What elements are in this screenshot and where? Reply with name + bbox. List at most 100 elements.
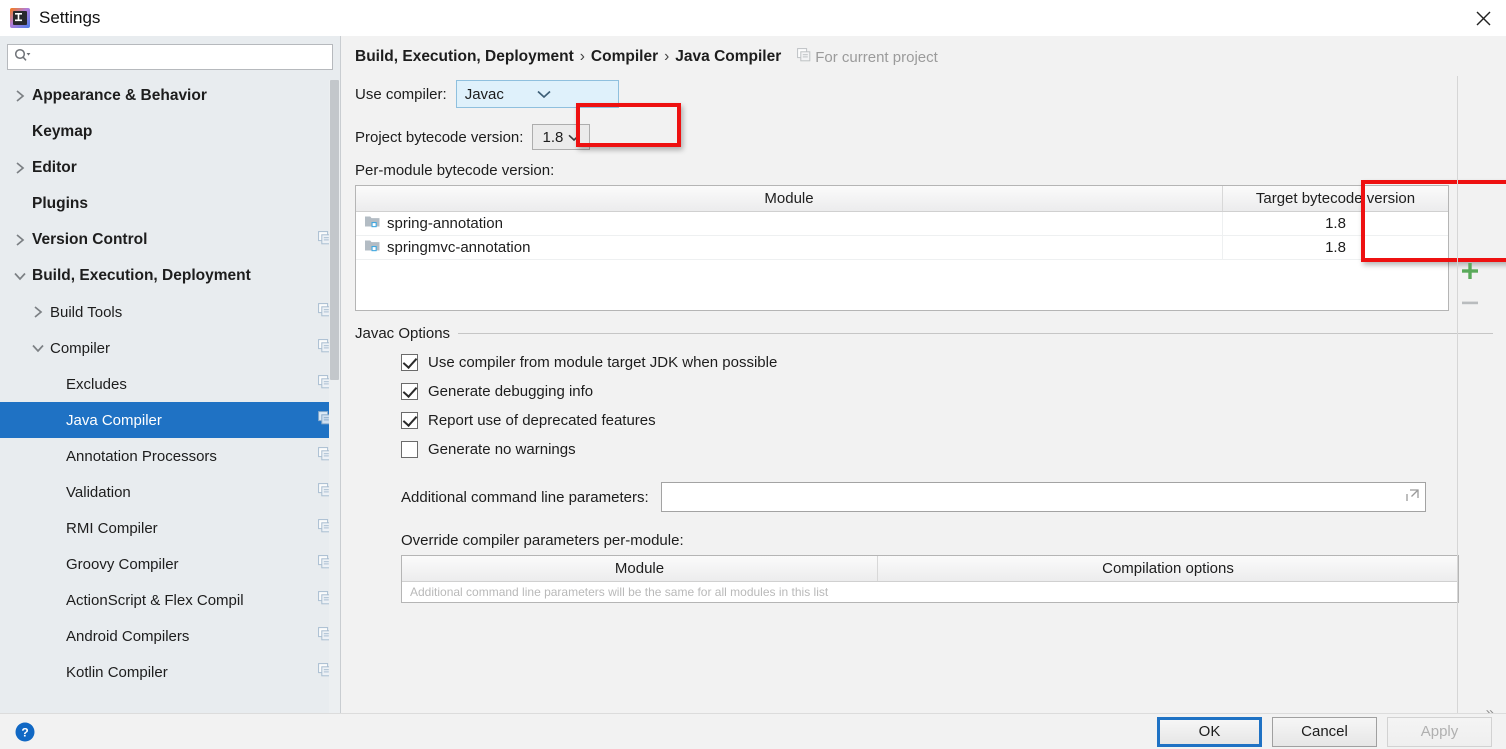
target-bytecode-cell[interactable]: 1.8 (1223, 212, 1448, 235)
close-icon[interactable] (1460, 0, 1506, 36)
sidebar-item-compiler[interactable]: Compiler (0, 330, 340, 366)
column-header-module[interactable]: Module (356, 186, 1223, 211)
override-column-header-module[interactable]: Module (402, 556, 878, 581)
project-bytecode-label: Project bytecode version: (355, 128, 524, 146)
sidebar-item-rmi-compiler[interactable]: RMI Compiler (0, 510, 340, 546)
search-box[interactable] (7, 44, 333, 70)
target-bytecode-value: 1.8 (1325, 239, 1346, 256)
module-name-cell: spring-annotation (356, 212, 1223, 235)
override-table-header: Module Compilation options (402, 556, 1458, 582)
module-name-label: spring-annotation (387, 215, 503, 232)
sidebar-item-plugins[interactable]: Plugins (0, 186, 340, 222)
project-bytecode-value: 1.8 (542, 128, 564, 146)
breadcrumb-part-3: Java Compiler (675, 48, 782, 65)
project-bytecode-select[interactable]: 1.8 (532, 124, 591, 150)
chevron-down-icon (568, 129, 580, 146)
sidebar-item-actionscript-flex-compil[interactable]: ActionScript & Flex Compil (0, 582, 340, 618)
sidebar-item-label: Compiler (50, 339, 111, 357)
chevron-down-icon[interactable] (26, 343, 50, 354)
window-title: Settings (39, 8, 101, 27)
dialog-footer: ? OK Cancel Apply (0, 713, 1506, 749)
breadcrumb-part-1[interactable]: Build, Execution, Deployment (355, 48, 574, 66)
sidebar-item-label: Version Control (32, 231, 148, 248)
settings-content: Build, Execution, Deployment › Compiler … (341, 36, 1506, 713)
apply-button[interactable]: Apply (1387, 716, 1492, 747)
chevron-right-icon[interactable] (26, 306, 50, 318)
table-row[interactable]: springmvc-annotation 1.8 (356, 236, 1448, 260)
sidebar-item-appearance-behavior[interactable]: Appearance & Behavior (0, 78, 340, 114)
sidebar-item-version-control[interactable]: Version Control (0, 222, 340, 258)
module-folder-icon (364, 238, 381, 257)
chevron-double-right-icon[interactable]: » (1486, 704, 1494, 713)
module-name-label: springmvc-annotation (387, 239, 531, 256)
cancel-button[interactable]: Cancel (1272, 716, 1377, 747)
remove-module-button[interactable] (1457, 290, 1483, 316)
sidebar-item-label: Build, Execution, Deployment (32, 267, 251, 284)
add-module-button[interactable] (1457, 258, 1483, 284)
sidebar-item-label: Java Compiler (66, 411, 162, 429)
javac-options-title: Javac Options (355, 325, 451, 342)
sidebar-item-build-execution-deployment[interactable]: Build, Execution, Deployment (0, 258, 340, 294)
checkbox-row[interactable]: Generate no warnings (401, 441, 1493, 458)
chevron-down-icon[interactable] (8, 271, 32, 282)
search-icon (14, 48, 31, 67)
expand-field-icon[interactable] (1405, 488, 1419, 506)
table-header: Module Target bytecode version (356, 186, 1448, 212)
sidebar-item-kotlin-compiler[interactable]: Kotlin Compiler (0, 654, 340, 690)
sidebar-item-label: Android Compilers (66, 627, 190, 645)
sidebar-item-label: Keymap (32, 123, 93, 140)
per-module-bytecode-table: Module Target bytecode version spring-an… (355, 180, 1506, 311)
checkbox-row[interactable]: Generate debugging info (401, 383, 1493, 400)
breadcrumb-part-2[interactable]: Compiler (591, 48, 658, 66)
sidebar-item-build-tools[interactable]: Build Tools (0, 294, 340, 330)
module-name-cell: springmvc-annotation (356, 236, 1223, 259)
breadcrumb-separator: › (664, 48, 670, 65)
checkbox-row[interactable]: Use compiler from module target JDK when… (401, 354, 1493, 371)
chevron-right-icon[interactable] (8, 234, 32, 246)
use-compiler-select[interactable]: Javac (455, 80, 619, 108)
override-parameters-label: Override compiler parameters per-module: (401, 532, 684, 549)
sidebar-item-annotation-processors[interactable]: Annotation Processors (0, 438, 340, 474)
help-icon[interactable]: ? (14, 721, 36, 743)
search-container (0, 36, 340, 76)
ok-button[interactable]: OK (1157, 716, 1262, 747)
checkbox-checked-icon[interactable] (401, 412, 418, 429)
sidebar-item-label: Build Tools (50, 303, 123, 321)
chevron-right-icon[interactable] (8, 90, 32, 102)
sidebar-item-keymap[interactable]: Keymap (0, 114, 340, 150)
override-column-header-options[interactable]: Compilation options (878, 556, 1458, 581)
legend-divider (458, 333, 1493, 334)
scope-label: For current project (815, 48, 938, 66)
target-bytecode-cell[interactable]: 1.8 (1223, 236, 1448, 259)
sidebar-item-label: ActionScript & Flex Compil (66, 591, 244, 609)
sidebar-item-java-compiler[interactable]: Java Compiler (0, 402, 340, 438)
table-row[interactable]: spring-annotation 1.8 (356, 212, 1448, 236)
use-compiler-value: Javac (464, 85, 504, 103)
javac-checkbox-list: Use compiler from module target JDK when… (355, 354, 1493, 458)
checkbox-label: Use compiler from module target JDK when… (428, 354, 778, 371)
additional-parameters-row: Additional command line parameters: (401, 482, 1493, 512)
sidebar-item-android-compilers[interactable]: Android Compilers (0, 618, 340, 654)
override-parameters-table: Module Compilation options Additional co… (401, 555, 1459, 603)
column-header-target-bytecode[interactable]: Target bytecode version (1223, 186, 1448, 211)
chevron-right-icon[interactable] (8, 162, 32, 174)
sidebar-item-label: Appearance & Behavior (32, 87, 207, 104)
sidebar-scrollbar-thumb[interactable] (330, 80, 339, 380)
table-side-buttons (1453, 258, 1487, 316)
checkbox-unchecked-icon[interactable] (401, 441, 418, 458)
checkbox-checked-icon[interactable] (401, 383, 418, 400)
additional-parameters-input[interactable] (660, 482, 1426, 512)
checkbox-checked-icon[interactable] (401, 354, 418, 371)
sidebar-item-validation[interactable]: Validation (0, 474, 340, 510)
sidebar-item-excludes[interactable]: Excludes (0, 366, 340, 402)
content-right-divider (1457, 76, 1458, 713)
checkbox-row[interactable]: Report use of deprecated features (401, 412, 1493, 429)
override-table-hint: Additional command line parameters will … (410, 585, 829, 599)
checkbox-label: Report use of deprecated features (428, 412, 656, 429)
sidebar-item-editor[interactable]: Editor (0, 150, 340, 186)
sidebar-item-groovy-compiler[interactable]: Groovy Compiler (0, 546, 340, 582)
search-input[interactable] (34, 48, 326, 66)
sidebar-scrollbar[interactable] (329, 80, 340, 713)
sidebar-item-label: Kotlin Compiler (66, 663, 168, 681)
module-folder-icon (364, 214, 381, 233)
